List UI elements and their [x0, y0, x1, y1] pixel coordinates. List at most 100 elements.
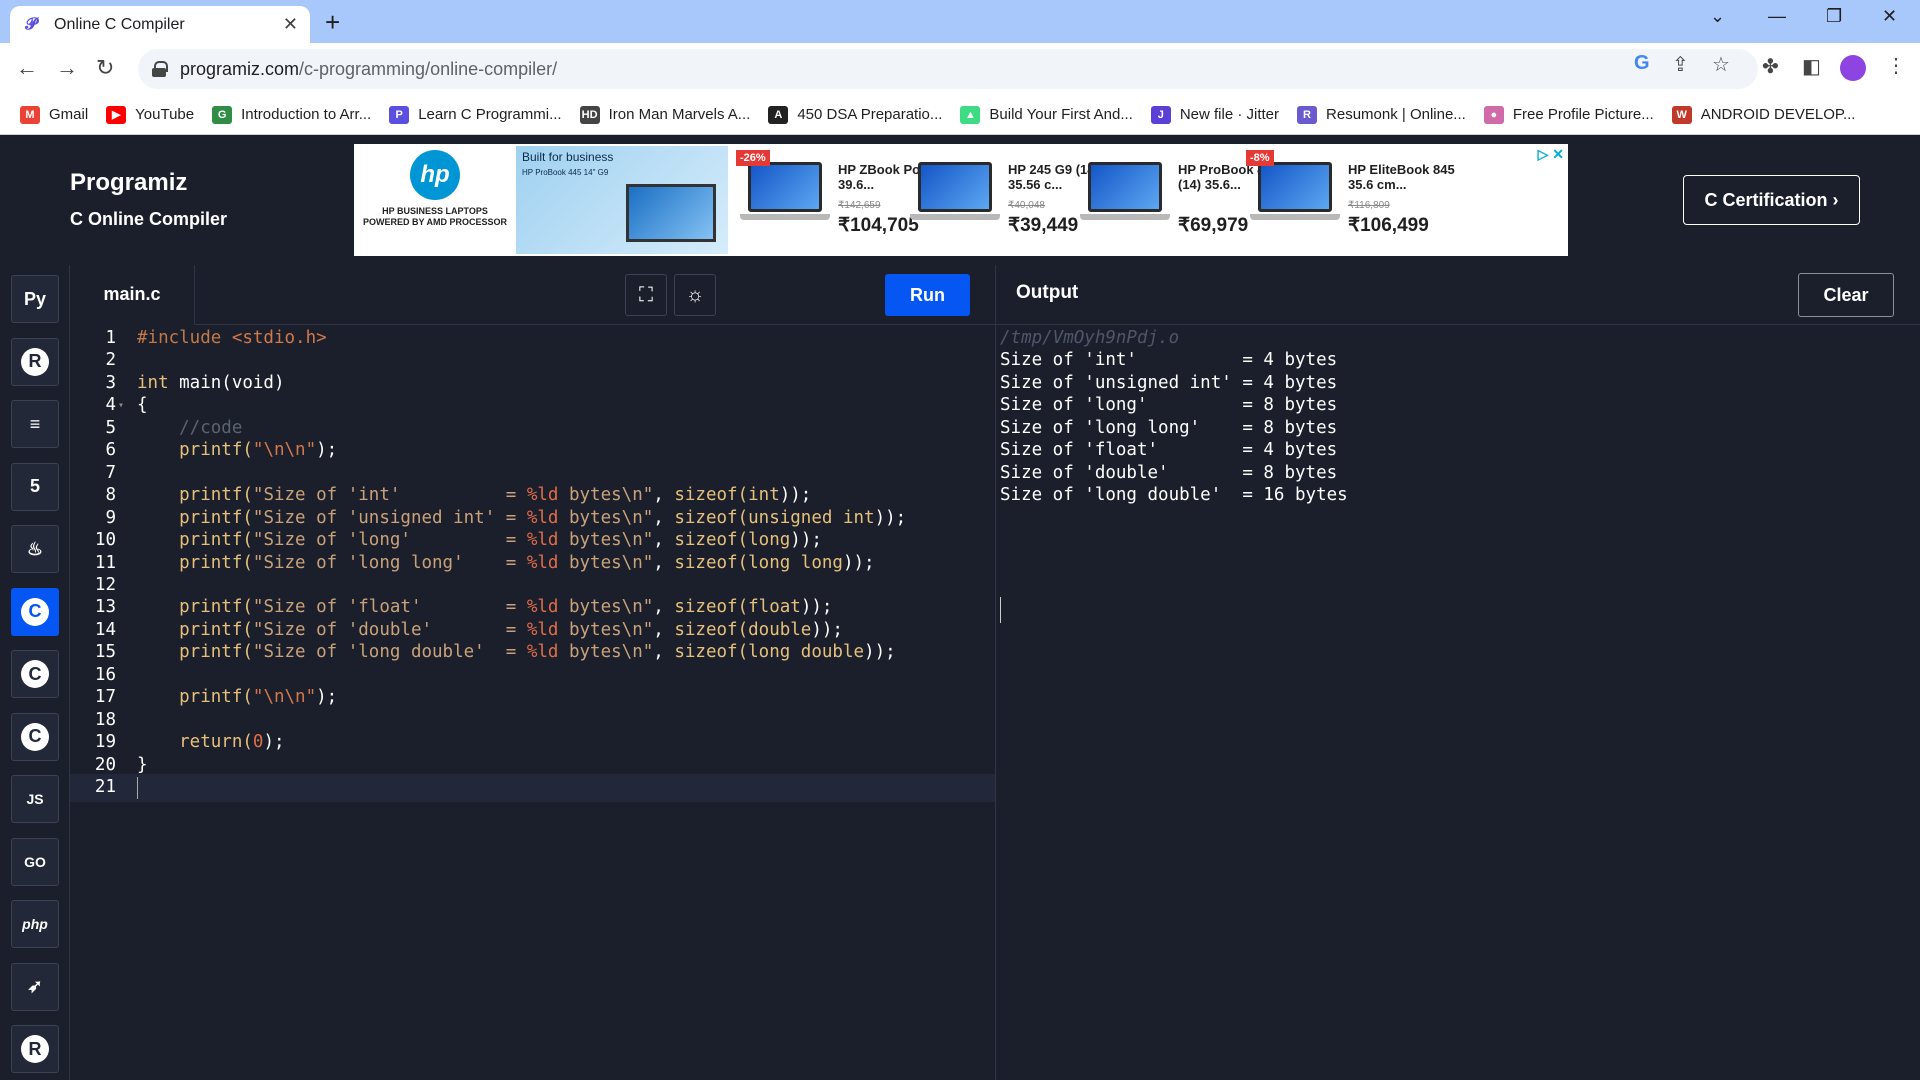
code-line: 21 [70, 774, 995, 802]
ad-product[interactable]: HP EliteBook 845 35.6 cm... ₹116,809 ₹106,… [1244, 144, 1460, 256]
google-icon[interactable]: G [1634, 52, 1650, 75]
text-cursor [137, 777, 138, 799]
youtube-icon: ▶ [106, 105, 127, 124]
bookmark-label: New file · Jitter [1179, 106, 1280, 123]
rust-icon: R [21, 1035, 49, 1063]
sidebar-item-csharp[interactable]: C [11, 712, 59, 761]
extensions-icon[interactable]: ✤ [1762, 54, 1779, 79]
profile-pic-icon: ● [1483, 105, 1504, 124]
bookmark-item[interactable]: P Learn C Programmi... [389, 105, 562, 124]
sidebar-item-r[interactable]: R [11, 337, 59, 386]
output-title: Output [1016, 282, 1079, 303]
sidebar-item-go[interactable]: GO [11, 837, 59, 886]
laptop-image [740, 162, 830, 228]
laptop-image [626, 184, 716, 242]
sidebar-item-sql[interactable]: ≡ [11, 400, 59, 448]
forward-icon[interactable]: → [56, 55, 78, 81]
product-price: ₹69,979 [1178, 215, 1249, 236]
bookmark-item[interactable]: G Introduction to Arr... [212, 105, 372, 124]
sidebar-item-cpp[interactable]: C [11, 650, 59, 698]
ad-hero-image: Built for business HP ProBook 445 14" G9 [516, 146, 728, 254]
go-icon: GO [24, 853, 46, 870]
side-panel-icon[interactable]: ◧ [1802, 54, 1821, 79]
bookmark-item[interactable]: A 450 DSA Preparatio... [768, 105, 942, 124]
tab-search-icon[interactable]: ⌄ [1710, 6, 1725, 27]
theme-toggle-button[interactable]: ☼ [674, 274, 716, 316]
product-old-price: ₹116,809 [1348, 200, 1390, 211]
bookmark-star-icon[interactable]: ☆ [1712, 52, 1730, 77]
laptop-image [1250, 162, 1340, 228]
url-text: programiz.com/c-programming/online-compi… [180, 58, 558, 79]
sidebar-item-html[interactable]: 5 [11, 462, 59, 511]
close-tab-icon[interactable]: ✕ [283, 14, 298, 35]
output-line: Size of 'long double' = 16 bytes [1000, 485, 1348, 506]
line-number: 21 [94, 777, 116, 797]
sidebar-item-javascript[interactable]: JS [11, 775, 59, 823]
file-tab-main-c[interactable]: main.c [70, 265, 195, 325]
programiz-logo[interactable]: Programiz [70, 169, 187, 197]
sidebar-item-java[interactable]: ♨ [11, 525, 59, 573]
resumonk-icon: R [1297, 105, 1318, 124]
minimize-icon[interactable]: — [1768, 6, 1786, 27]
java-icon: ♨ [26, 538, 44, 559]
product-old-price: ₹40,048 [1008, 200, 1045, 211]
r-icon: R [21, 347, 49, 376]
bookmark-item[interactable]: ● Free Profile Picture... [1483, 105, 1654, 124]
sidebar-item-rust[interactable]: R [11, 1025, 59, 1073]
bookmark-item[interactable]: W ANDROID DEVELOP... [1671, 105, 1856, 124]
bookmark-item[interactable]: R Resumonk | Online... [1297, 105, 1466, 124]
output-header: Output Clear [996, 265, 1920, 325]
close-window-icon[interactable]: ✕ [1882, 6, 1897, 27]
bookmark-item[interactable]: M Gmail [20, 105, 89, 124]
page-subtitle: C Online Compiler [70, 209, 228, 229]
android-icon: ▲ [960, 105, 981, 124]
sidebar-item-python[interactable]: Py [11, 275, 59, 323]
bookmark-label: Free Profile Picture... [1512, 106, 1654, 123]
bookmark-label: YouTube [135, 106, 195, 123]
c-certification-button[interactable]: C Certification › [1683, 175, 1860, 225]
bookmark-label: ANDROID DEVELOP... [1700, 106, 1856, 123]
bookmark-label: Introduction to Arr... [241, 106, 372, 123]
restore-icon[interactable]: ❐ [1826, 6, 1842, 27]
fullscreen-button[interactable]: ⛶ [625, 274, 667, 316]
address-bar[interactable]: programiz.com/c-programming/online-compi… [138, 49, 1758, 89]
bookmark-item[interactable]: HD Iron Man Marvels A... [579, 105, 751, 124]
output-caret [1000, 597, 1001, 623]
bookmark-label: Gmail [49, 106, 89, 123]
sidebar-item-swift[interactable]: ➶ [11, 962, 59, 1011]
bookmark-label: Iron Man Marvels A... [608, 106, 751, 123]
bookmark-item[interactable]: ▶ YouTube [106, 105, 195, 124]
new-tab-icon[interactable]: + [325, 7, 340, 38]
angular-icon: A [768, 105, 789, 124]
sidebar-item-php[interactable]: php [11, 900, 59, 948]
ad-banner[interactable]: hp HP BUSINESS LAPTOPS POWERED BY AMD PR… [354, 144, 1568, 256]
hp-ad-logo: hp HP BUSINESS LAPTOPS POWERED BY AMD PR… [360, 150, 510, 250]
share-icon[interactable]: ⇪ [1672, 52, 1689, 77]
ad-choices-icon[interactable]: ▷ ✕ [1538, 146, 1564, 163]
code-editor[interactable]: 1 #include <stdio.h> 2 3 int main(void) 4 ▾{5 … [70, 325, 995, 1080]
profile-avatar[interactable] [1840, 55, 1866, 81]
product-old-price: ₹142,659 [838, 200, 881, 211]
jitter-icon: J [1150, 105, 1171, 124]
c-icon: C [21, 597, 49, 626]
product-name: HP EliteBook 845 35.6 cm... [1348, 162, 1455, 192]
bookmark-item[interactable]: J New file · Jitter [1150, 105, 1280, 124]
w3-icon: W [1671, 105, 1692, 124]
bookmark-label: Build Your First And... [989, 106, 1133, 123]
reload-icon[interactable]: ↻ [96, 55, 114, 81]
back-icon[interactable]: ← [16, 55, 38, 81]
clear-button[interactable]: Clear [1798, 273, 1894, 317]
sidebar-item-c[interactable]: C [11, 587, 59, 636]
product-price: ₹106,499 [1348, 215, 1429, 236]
menu-kebab-icon[interactable]: ⋮ [1886, 53, 1906, 78]
programiz-icon: P [389, 105, 410, 124]
browser-tab[interactable]: 𝓟 Online C Compiler ✕ [10, 6, 310, 43]
fullscreen-icon: ⛶ [639, 283, 653, 306]
hd-icon: HD [579, 105, 600, 124]
bookmark-item[interactable]: ▲ Build Your First And... [960, 105, 1133, 124]
html-icon: 5 [29, 476, 40, 496]
ad-hero-title: Built for business [522, 150, 614, 164]
sql-icon: ≡ [29, 413, 41, 434]
output-console[interactable]: /tmp/VmOyh9nPdj.o Size of 'int' = 4 byte… [996, 325, 1920, 1080]
run-button[interactable]: Run [885, 274, 970, 316]
